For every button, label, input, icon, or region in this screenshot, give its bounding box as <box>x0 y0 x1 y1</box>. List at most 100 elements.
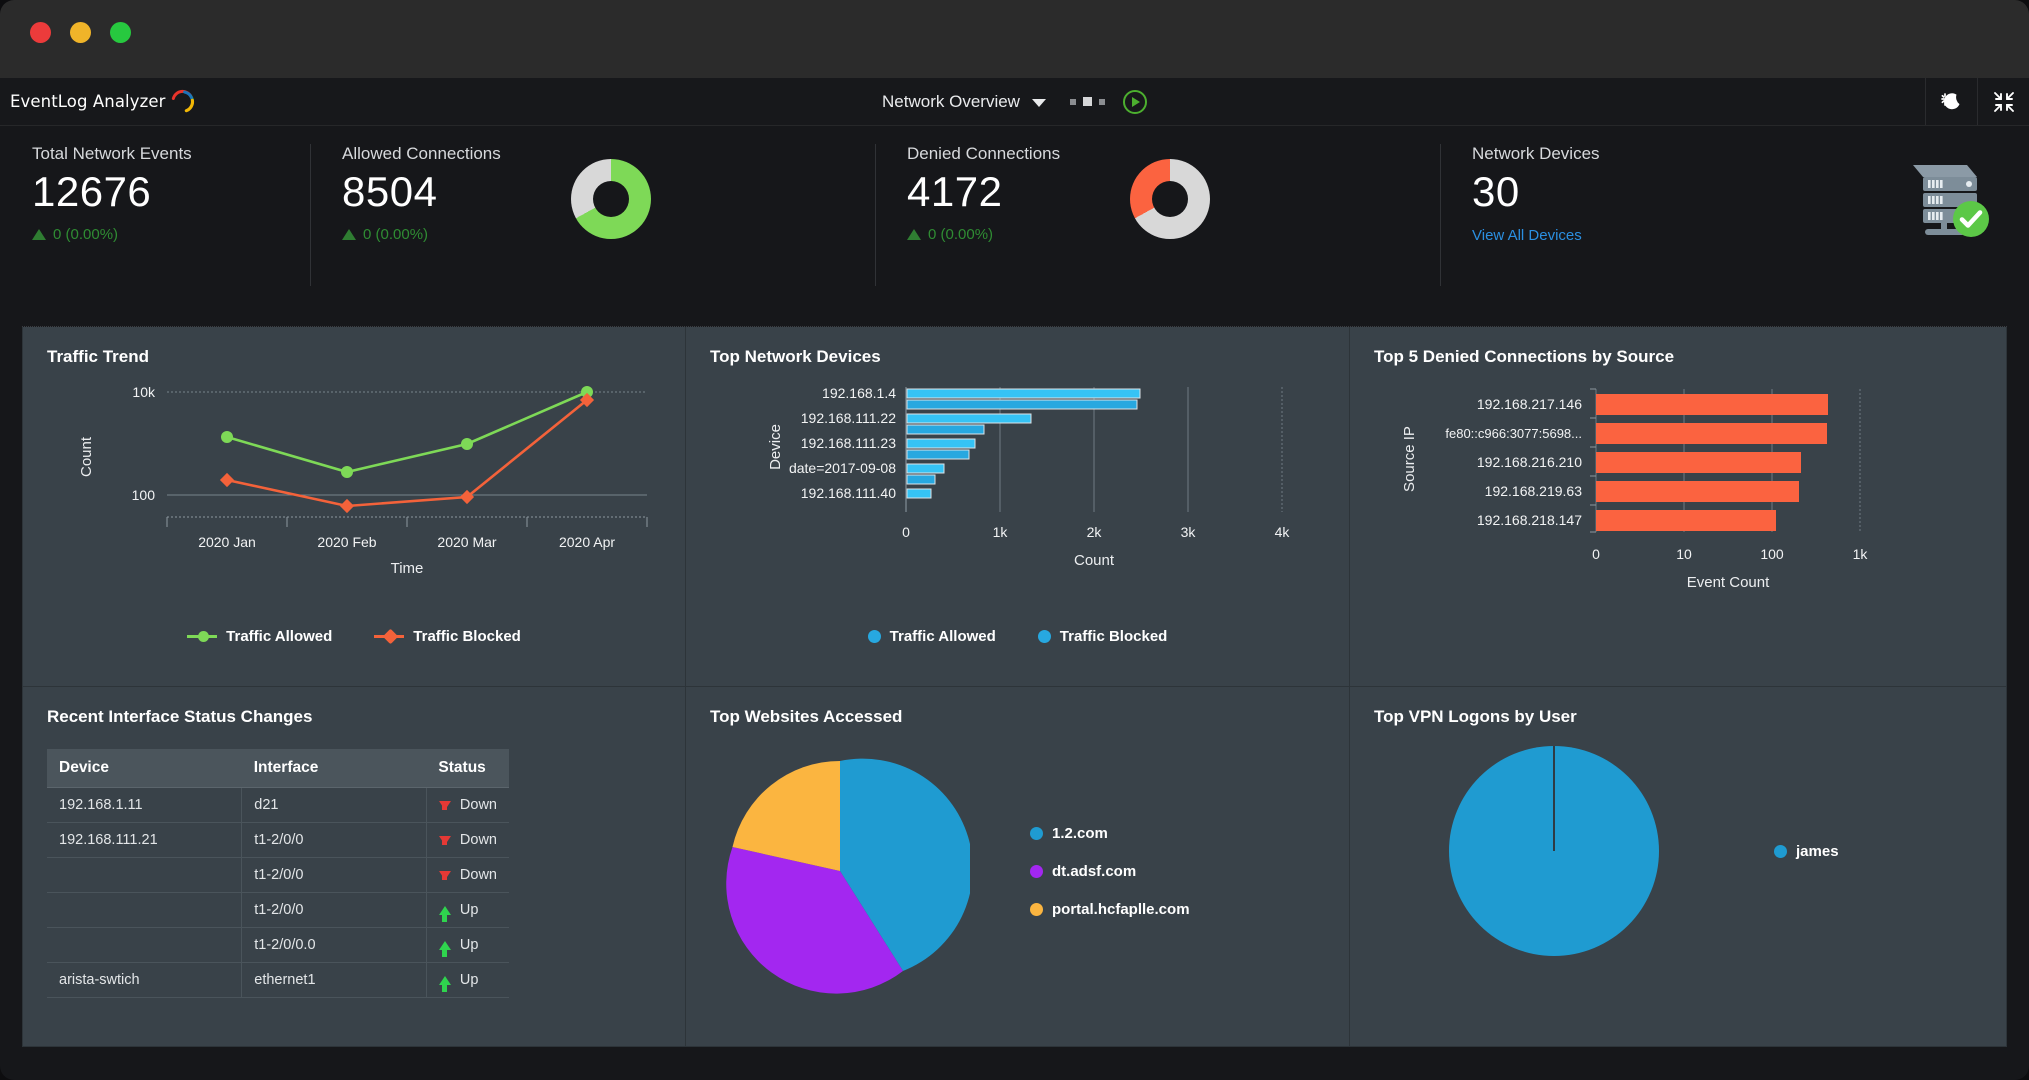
y-tick-10k: 10k <box>132 384 156 400</box>
table-row[interactable]: 192.168.111.21t1-2/0/0Down <box>47 823 509 858</box>
cell-device: arista-swtich <box>47 963 242 998</box>
x-tick-0: 2020 Jan <box>198 534 256 550</box>
x-tick-1: 2020 Feb <box>317 534 376 550</box>
table-header-row: Device Interface Status <box>47 749 509 788</box>
sun-moon-icon <box>1940 90 1964 114</box>
legend-item-traffic-allowed[interactable]: Traffic Allowed <box>868 628 996 645</box>
column-header-status[interactable]: Status <box>426 749 509 788</box>
y-tick-0: 192.168.217.146 <box>1477 396 1582 412</box>
top-denied-connections-chart[interactable]: 192.168.217.146 fe80::c966:3077:5698... … <box>1374 367 2007 637</box>
app-window: EventLog Analyzer Network Overview <box>0 0 2029 1080</box>
panel-title: Top VPN Logons by User <box>1374 707 1982 727</box>
top-websites-pie-chart[interactable] <box>710 741 970 1001</box>
chevron-down-icon[interactable] <box>1032 99 1046 107</box>
cell-device: 192.168.1.11 <box>47 788 242 823</box>
kpi-allowed-connections[interactable]: Allowed Connections 8504 0 (0.00%) <box>310 144 875 326</box>
kpi-title: Network Devices <box>1472 144 1600 164</box>
table-row[interactable]: t1-2/0/0Down <box>47 858 509 893</box>
eventlog-swirl-icon <box>169 89 195 115</box>
y-tick-1: fe80::c966:3077:5698... <box>1445 426 1582 441</box>
cell-device: 192.168.111.21 <box>47 823 242 858</box>
minimize-window-button[interactable] <box>70 22 91 43</box>
traffic-trend-chart[interactable]: 10k 100 Count 2020 Jan 2020 Feb 2020 Mar… <box>47 367 663 619</box>
legend-label: 1.2.com <box>1052 825 1108 842</box>
kpi-value: 12676 <box>32 166 192 217</box>
kpi-denied-connections[interactable]: Denied Connections 4172 0 (0.00%) <box>875 144 1440 326</box>
arrow-down-icon <box>439 801 451 810</box>
table-row[interactable]: 192.168.1.11d21Down <box>47 788 509 823</box>
kpi-total-network-events[interactable]: Total Network Events 12676 0 (0.00%) <box>0 144 310 326</box>
exit-fullscreen-button[interactable] <box>1977 78 2029 125</box>
y-tick-3: 192.168.219.63 <box>1485 483 1583 499</box>
y-tick-2: 192.168.111.23 <box>801 435 896 451</box>
top-network-devices-legend: Traffic Allowed Traffic Blocked <box>710 628 1325 645</box>
panel-title: Traffic Trend <box>47 347 661 367</box>
y-axis-title: Device <box>767 424 784 470</box>
kpi-title: Allowed Connections <box>342 144 501 164</box>
column-header-interface[interactable]: Interface <box>242 749 427 788</box>
cell-status: Up <box>426 963 509 998</box>
cell-interface: t1-2/0/0 <box>242 893 427 928</box>
app-logo-text: EventLog Analyzer <box>10 92 166 111</box>
table-row[interactable]: t1-2/0/0.0 Up <box>47 928 509 963</box>
panel-top-denied-connections: Top 5 Denied Connections by Source 192 <box>1350 327 2007 687</box>
legend-label: Traffic Allowed <box>890 628 996 645</box>
triangle-up-icon <box>342 229 356 240</box>
slide-indicator-dots[interactable] <box>1070 97 1105 106</box>
divider <box>310 144 311 286</box>
legend-item-traffic-allowed[interactable]: Traffic Allowed <box>187 628 332 645</box>
legend-label: Traffic Blocked <box>1060 628 1168 645</box>
arrow-down-icon <box>439 871 451 880</box>
status-text: Up <box>460 937 479 953</box>
close-window-button[interactable] <box>30 22 51 43</box>
view-all-devices-link[interactable]: View All Devices <box>1472 227 1600 244</box>
panel-traffic-trend: Traffic Trend 10k 100 Count 2020 Ja <box>22 327 686 687</box>
panel-top-vpn-logons: Top VPN Logons by User james <box>1350 687 2007 1047</box>
table-row[interactable]: t1-2/0/0Up <box>47 893 509 928</box>
cell-status: Down <box>426 788 509 823</box>
y-axis-title: Count <box>78 436 95 477</box>
top-websites-legend: 1.2.com dt.adsf.com portal.hcfaplle.com <box>1030 825 1190 918</box>
x-tick-3k: 3k <box>1181 524 1197 540</box>
kpi-delta: 0 (0.00%) <box>32 226 192 243</box>
dashboard-name[interactable]: Network Overview <box>882 92 1020 112</box>
play-icon[interactable] <box>1123 90 1147 114</box>
legend-item-website-0[interactable]: 1.2.com <box>1030 825 1190 842</box>
panel-interface-status: Recent Interface Status Changes Device I… <box>22 687 686 1047</box>
kpi-network-devices[interactable]: Network Devices 30 View All Devices <box>1440 144 2029 326</box>
legend-label: portal.hcfaplle.com <box>1052 901 1190 918</box>
x-tick-0: 0 <box>902 524 910 540</box>
top-network-devices-chart[interactable]: 192.168.1.4 192.168.111.22 192.168.111.2… <box>710 367 1326 619</box>
cell-device <box>47 893 242 928</box>
legend-item-website-2[interactable]: portal.hcfaplle.com <box>1030 901 1190 918</box>
legend-item-traffic-blocked[interactable]: Traffic Blocked <box>374 628 521 645</box>
top-vpn-pie-chart[interactable] <box>1444 741 1664 961</box>
kpi-value: 4172 <box>907 166 1060 217</box>
x-axis-title: Time <box>391 560 424 577</box>
panel-title: Recent Interface Status Changes <box>47 707 661 727</box>
dashboard-selector-area: Network Overview <box>0 78 2029 125</box>
arrow-up-icon <box>439 941 451 950</box>
status-text: Down <box>460 797 497 813</box>
y-tick-100: 100 <box>132 487 156 503</box>
x-tick-2k: 2k <box>1087 524 1103 540</box>
legend-item-vpn-user-0[interactable]: james <box>1774 843 1839 860</box>
legend-item-website-1[interactable]: dt.adsf.com <box>1030 863 1190 880</box>
table-row[interactable]: arista-swtichethernet1Up <box>47 963 509 998</box>
maximize-window-button[interactable] <box>110 22 131 43</box>
legend-item-traffic-blocked[interactable]: Traffic Blocked <box>1038 628 1168 645</box>
allowed-connections-donut <box>571 159 651 239</box>
bars-group <box>907 389 1140 498</box>
panel-top-websites: Top Websites Accessed 1.2.com <box>686 687 1350 1047</box>
x-tick-3: 2020 Apr <box>559 534 615 550</box>
app-header: EventLog Analyzer Network Overview <box>0 78 2029 126</box>
header-actions <box>1925 78 2029 125</box>
cell-interface: t1-2/0/0.0 <box>242 928 427 963</box>
column-header-device[interactable]: Device <box>47 749 242 788</box>
theme-toggle-button[interactable] <box>1925 78 1977 125</box>
arrow-up-icon <box>439 976 451 985</box>
y-tick-3: date=2017-09-08 <box>789 460 896 476</box>
y-tick-4: 192.168.111.40 <box>801 485 896 501</box>
kpi-delta: 0 (0.00%) <box>907 226 1060 243</box>
y-axis-title: Source IP <box>1401 426 1418 492</box>
